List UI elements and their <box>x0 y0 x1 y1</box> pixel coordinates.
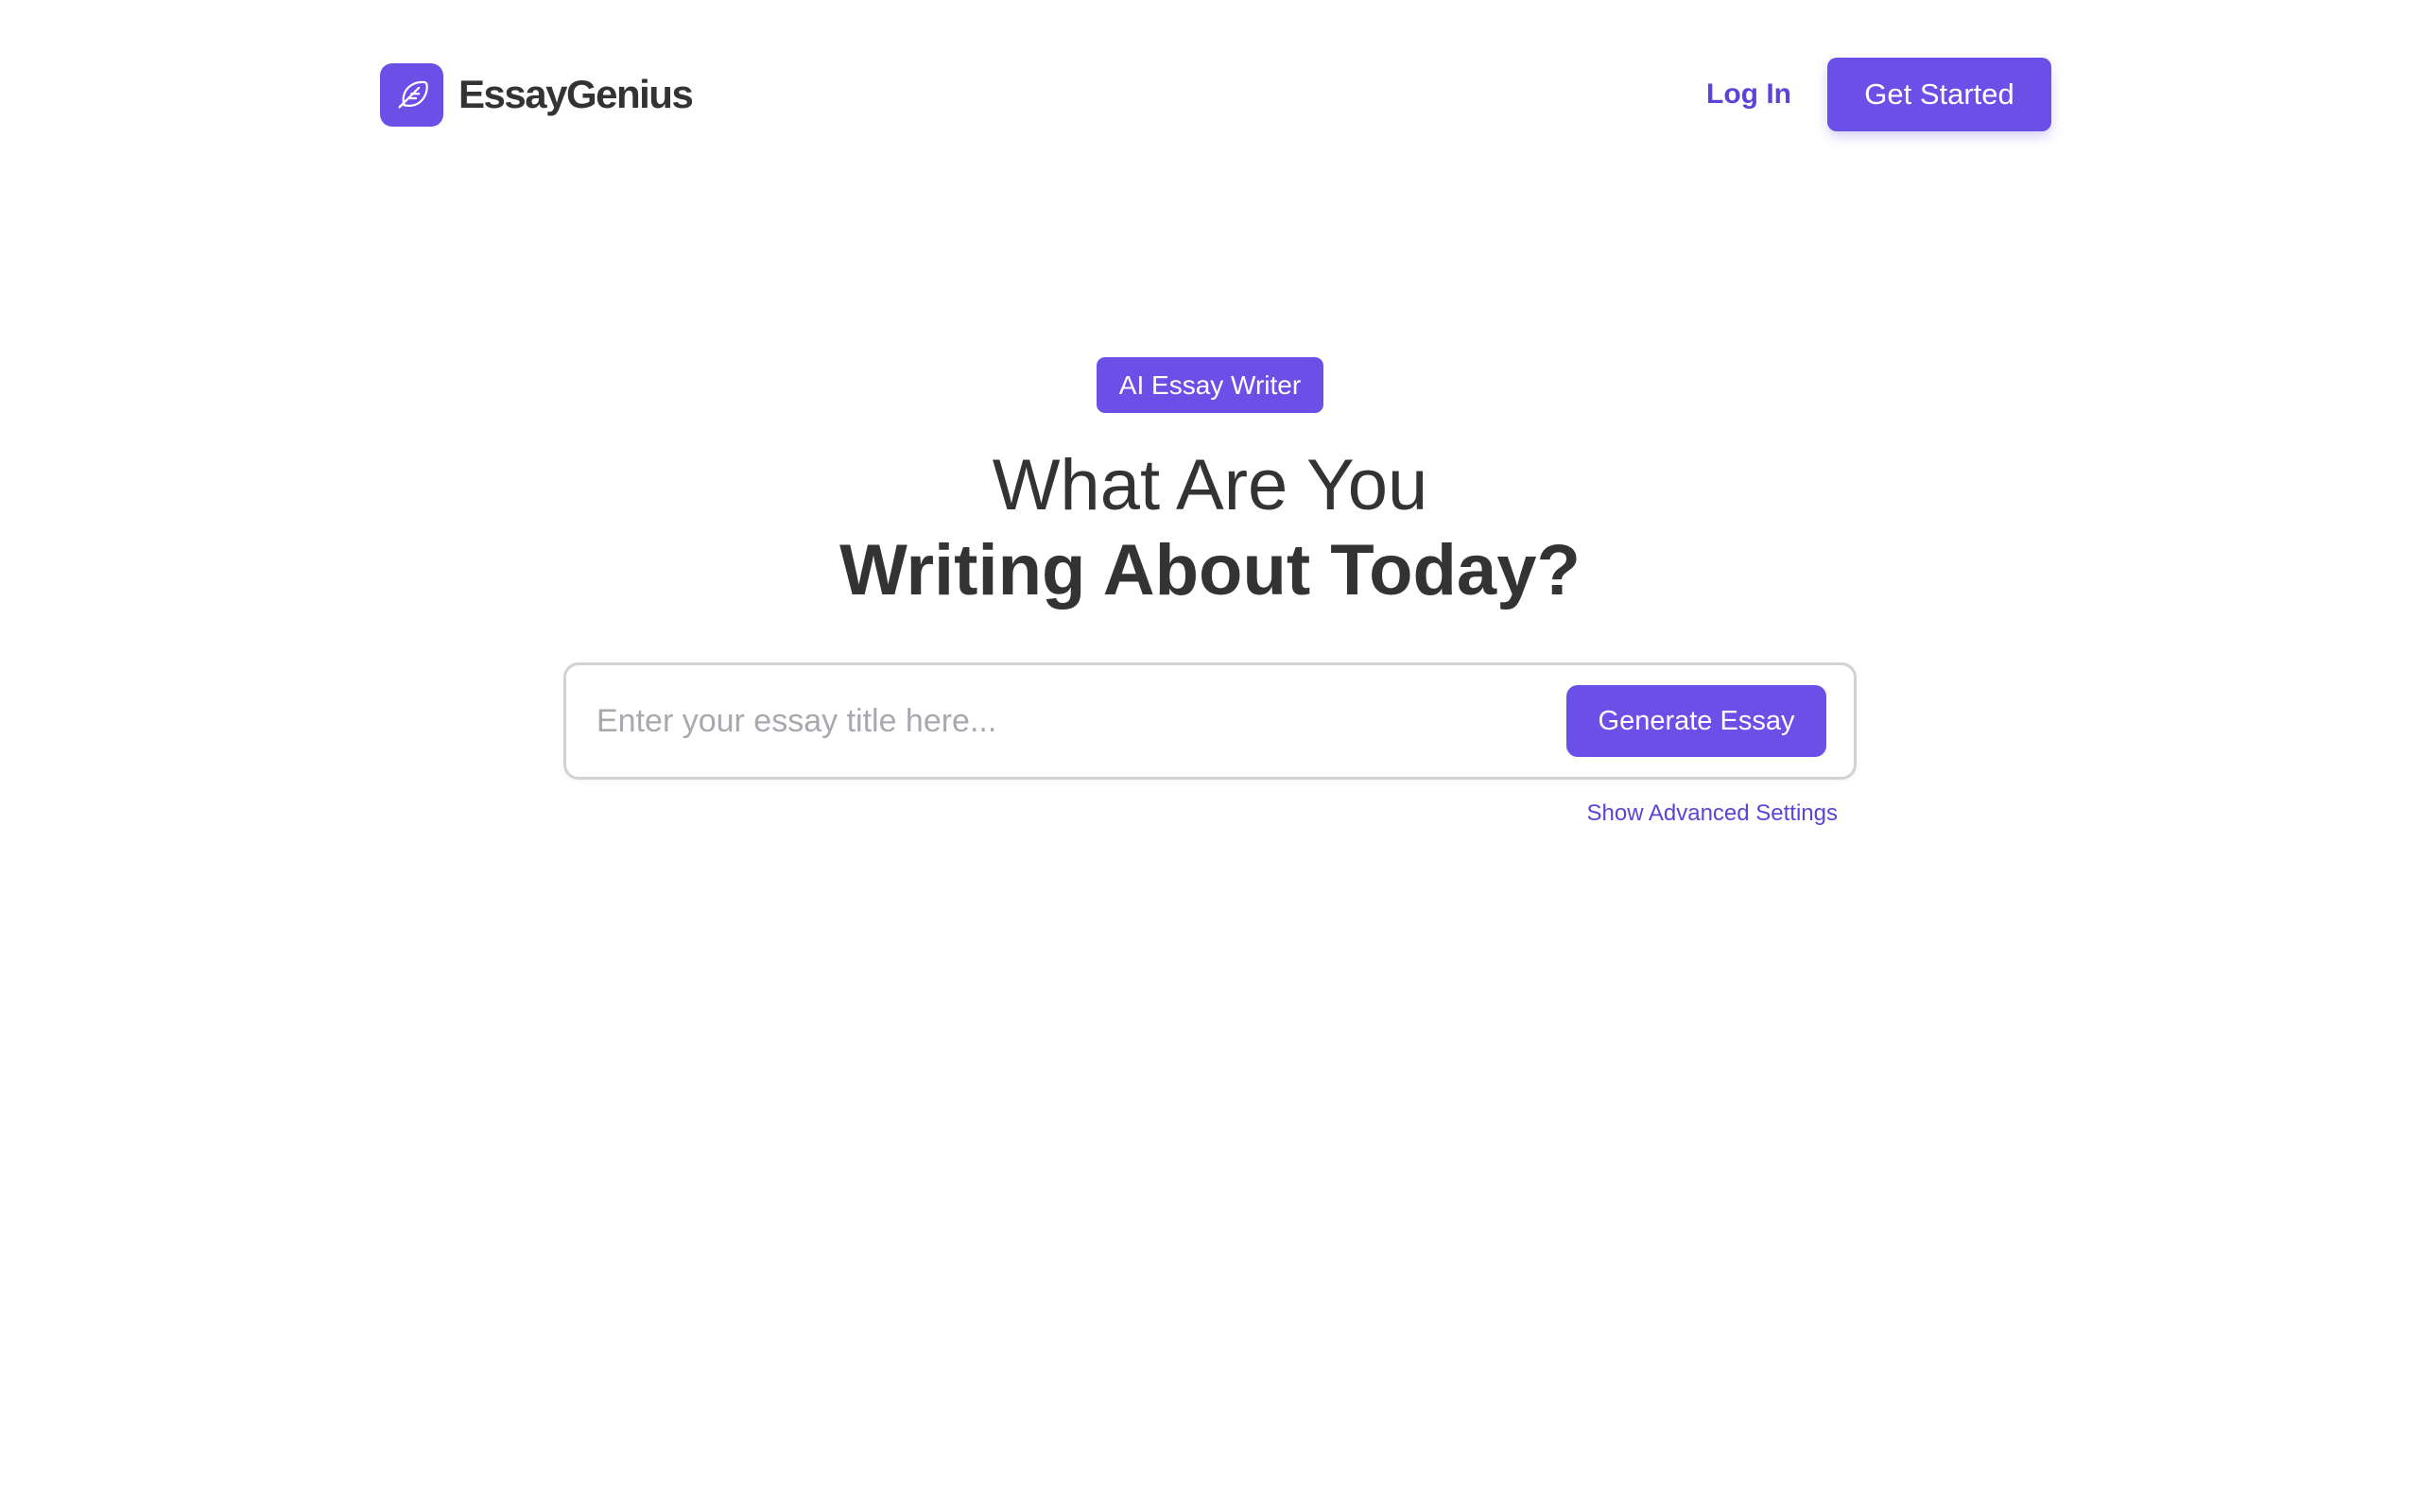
hero-headline: What Are You Writing About Today? <box>839 443 1581 613</box>
header-nav: Log In Get Started <box>1706 58 2051 131</box>
advanced-settings-row: Show Advanced Settings <box>563 800 1857 827</box>
get-started-button[interactable]: Get Started <box>1827 58 2051 131</box>
page: EssayGenius Log In Get Started AI Essay … <box>0 0 2420 1512</box>
headline-line-2: Writing About Today? <box>839 530 1581 610</box>
ai-essay-writer-badge: AI Essay Writer <box>1096 357 1324 413</box>
essay-title-input[interactable] <box>595 701 1566 741</box>
feather-icon <box>380 62 443 127</box>
brand[interactable]: EssayGenius <box>380 62 694 127</box>
show-advanced-settings-link[interactable]: Show Advanced Settings <box>1586 800 1838 827</box>
brand-name: EssayGenius <box>458 72 694 116</box>
site-header: EssayGenius Log In Get Started <box>380 57 2051 132</box>
essay-title-form: Generate Essay <box>563 662 1857 780</box>
generate-essay-button[interactable]: Generate Essay <box>1566 685 1826 757</box>
hero-section: AI Essay Writer What Are You Writing Abo… <box>0 357 2420 827</box>
headline-line-1: What Are You <box>992 445 1428 525</box>
login-link[interactable]: Log In <box>1706 78 1791 111</box>
